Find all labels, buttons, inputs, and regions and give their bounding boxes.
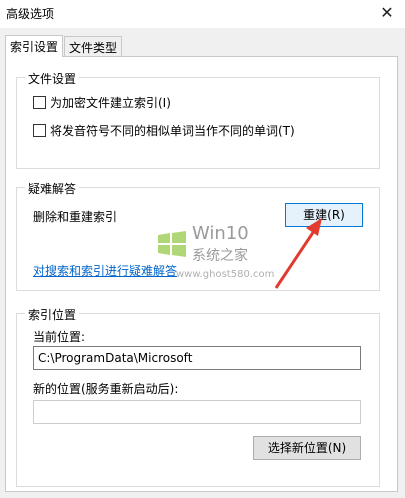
windows-logo-icon	[158, 231, 186, 257]
watermark-win10: Win10	[192, 223, 249, 244]
diacritics-checkbox[interactable]	[33, 124, 46, 137]
file-settings-title: 文件设置	[25, 70, 80, 87]
diacritics-label: 将发音符号不同的相似单词当作不同的单词(T)	[50, 124, 295, 138]
close-icon[interactable]: ✕	[375, 2, 399, 24]
index-location-group: 索引位置 当前位置: C:\ProgramData\Microsoft 新的位置…	[16, 306, 380, 487]
index-location-title: 索引位置	[25, 306, 80, 323]
encrypt-files-label: 为加密文件建立索引(I)	[50, 96, 171, 110]
watermark: Win10 系统之家 www.ghost580.com	[154, 215, 274, 285]
title-bar: 高级选项 ✕	[0, 0, 405, 28]
current-location-field[interactable]: C:\ProgramData\Microsoft	[33, 346, 361, 370]
new-location-label: 新的位置(服务重新启动后):	[33, 382, 179, 396]
rebuild-button[interactable]: 重建(R)	[285, 203, 363, 227]
diacritics-option[interactable]: 将发音符号不同的相似单词当作不同的单词(T)	[33, 122, 295, 139]
file-settings-group: 文件设置 为加密文件建立索引(I) 将发音符号不同的相似单词当作不同的单词(T)	[16, 70, 380, 169]
select-new-location-button[interactable]: 选择新位置(N)	[253, 436, 361, 460]
watermark-subtitle: 系统之家	[192, 248, 248, 264]
current-location-label: 当前位置:	[33, 330, 86, 344]
rebuild-text: 删除和重建索引	[33, 210, 118, 224]
tab-index-settings[interactable]: 索引设置	[5, 35, 64, 57]
watermark-url: www.ghost580.com	[176, 269, 275, 280]
encrypt-files-option[interactable]: 为加密文件建立索引(I)	[33, 94, 171, 111]
index-settings-panel: 文件设置 为加密文件建立索引(I) 将发音符号不同的相似单词当作不同的单词(T)…	[5, 56, 398, 492]
new-location-field[interactable]	[33, 400, 361, 424]
window-title: 高级选项	[6, 7, 55, 21]
encrypt-files-checkbox[interactable]	[33, 96, 46, 109]
tab-file-types[interactable]: 文件类型	[64, 36, 123, 56]
troubleshooting-title: 疑难解答	[25, 180, 80, 197]
